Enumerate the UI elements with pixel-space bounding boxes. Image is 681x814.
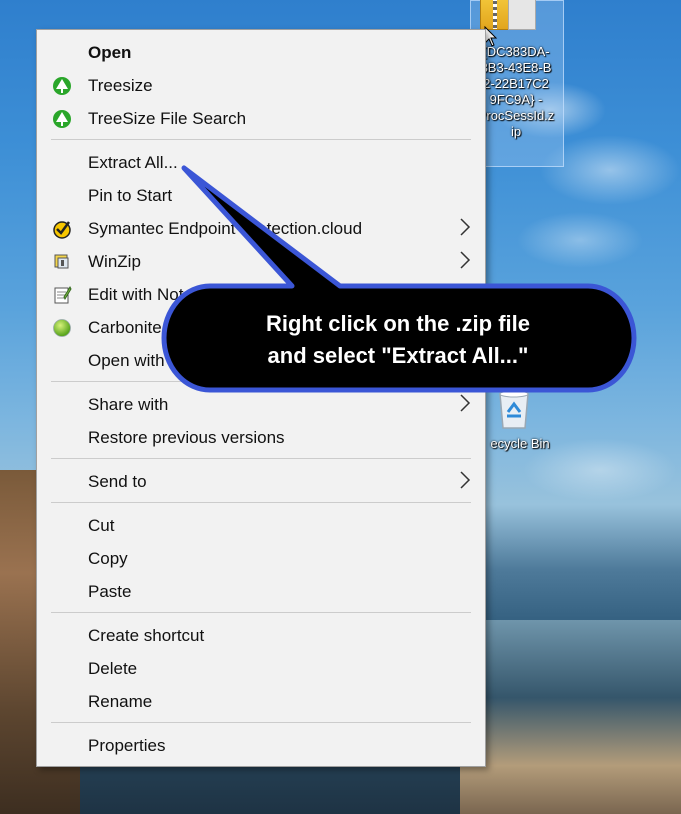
menu-item-label: Paste (88, 582, 132, 601)
menu-item-label: Properties (88, 736, 166, 755)
mouse-cursor-icon (484, 26, 498, 47)
menu-item-winzip[interactable]: WinZip (37, 245, 485, 278)
menu-item-paste[interactable]: Paste (37, 575, 485, 608)
menu-item-pin-to-start[interactable]: Pin to Start (37, 179, 485, 212)
menu-item-share-with[interactable]: Share with (37, 388, 485, 421)
menu-separator (51, 502, 471, 503)
menu-item-label: Carbonite (88, 318, 162, 337)
menu-item-cut[interactable]: Cut (37, 509, 485, 542)
menu-item-extract-all[interactable]: Extract All... (37, 146, 485, 179)
context-menu: Open Treesize TreeSize File Search Extra… (36, 29, 486, 767)
menu-separator (51, 612, 471, 613)
callout-line-2: and select "Extract All..." (267, 343, 529, 368)
menu-separator (51, 458, 471, 459)
menu-separator (51, 139, 471, 140)
menu-item-label: Delete (88, 659, 138, 678)
menu-item-label: Symantec Endpoint Protection.cloud (88, 219, 363, 238)
winzip-icon (54, 254, 69, 269)
menu-item-label: Cut (88, 516, 115, 535)
menu-item-create-shortcut[interactable]: Create shortcut (37, 619, 485, 652)
zip-document-icon (508, 0, 536, 30)
menu-item-label: Pin to Start (88, 186, 173, 205)
menu-item-label: Copy (88, 549, 128, 568)
menu-item-restore-previous-versions[interactable]: Restore previous versions (37, 421, 485, 454)
menu-item-label: Restore previous versions (88, 428, 285, 447)
chevron-right-icon (460, 218, 471, 236)
menu-item-treesize[interactable]: Treesize (37, 69, 485, 102)
menu-item-label: Extract All... (88, 153, 178, 172)
callout-text: Right click on the .zip file and select … (164, 308, 632, 372)
menu-item-label: Open with (88, 351, 165, 370)
treesize-icon (53, 77, 71, 95)
menu-separator (51, 722, 471, 723)
menu-item-label: Treesize (88, 76, 153, 95)
menu-item-label: Rename (88, 692, 153, 711)
menu-item-open[interactable]: Open (37, 36, 485, 69)
menu-item-delete[interactable]: Delete (37, 652, 485, 685)
symantec-icon (53, 221, 71, 239)
menu-item-label: TreeSize File Search (88, 109, 247, 128)
treesize-icon (53, 110, 71, 128)
menu-item-edit-with-notepad[interactable]: Edit with Notepad++ (37, 278, 485, 311)
menu-item-rename[interactable]: Rename (37, 685, 485, 718)
chevron-right-icon (460, 471, 471, 489)
desktop-sea (460, 620, 681, 814)
menu-item-copy[interactable]: Copy (37, 542, 485, 575)
chevron-right-icon (460, 251, 471, 269)
callout-line-1: Right click on the .zip file (265, 311, 531, 336)
menu-item-properties[interactable]: Properties (37, 729, 485, 762)
menu-item-label: Share with (88, 395, 169, 414)
menu-item-send-to[interactable]: Send to (37, 465, 485, 498)
carbonite-icon (53, 319, 71, 337)
recycle-bin-icon[interactable] (492, 388, 536, 432)
menu-item-label: WinZip (88, 252, 141, 271)
menu-separator (51, 381, 471, 382)
notepad-plus-icon (54, 285, 72, 304)
menu-item-treesize-file-search[interactable]: TreeSize File Search (37, 102, 485, 135)
menu-item-label: Edit with Notepad++ (88, 285, 242, 304)
menu-item-label: Create shortcut (88, 626, 205, 645)
chevron-right-icon (460, 394, 471, 412)
menu-item-symantec[interactable]: Symantec Endpoint Protection.cloud (37, 212, 485, 245)
menu-item-label: Open (88, 43, 132, 62)
menu-item-label: Send to (88, 472, 147, 491)
